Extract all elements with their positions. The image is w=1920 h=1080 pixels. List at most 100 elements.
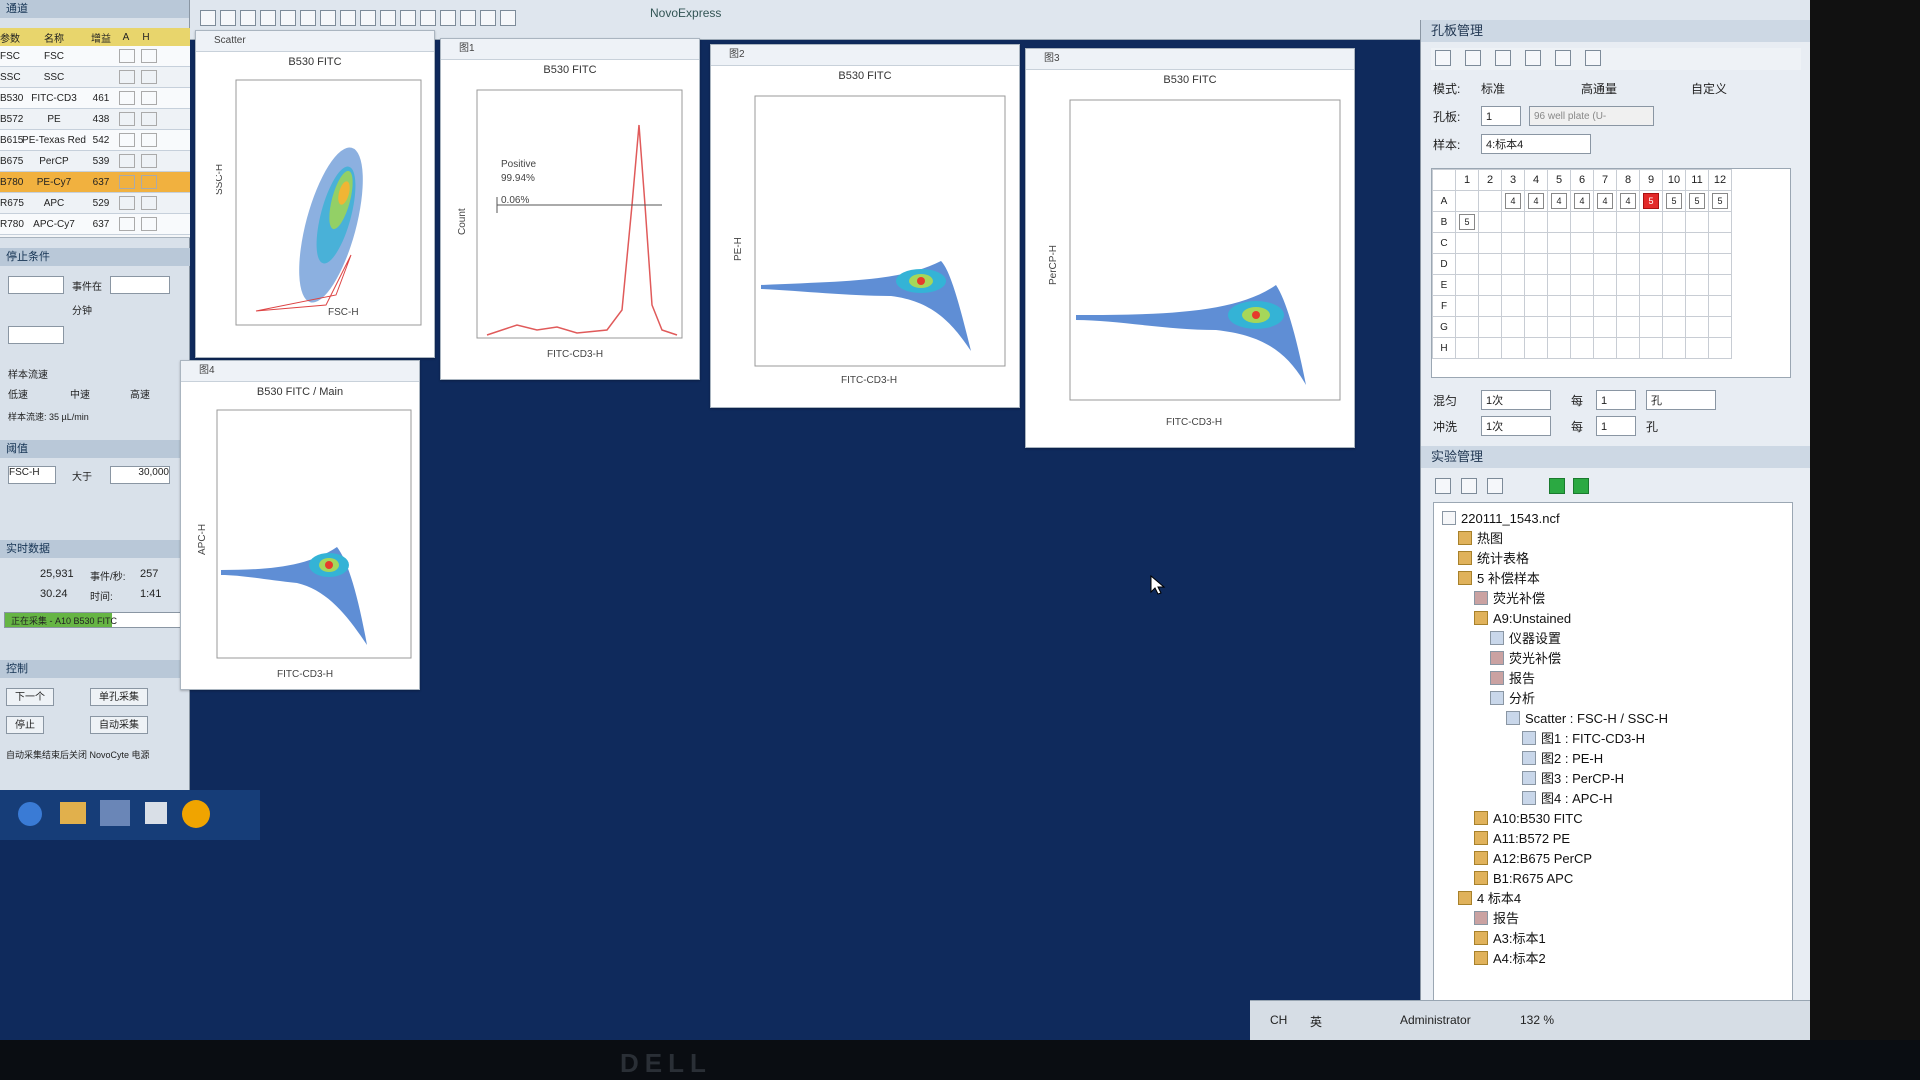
well[interactable] <box>1593 211 1617 233</box>
layout-icon[interactable] <box>460 10 476 26</box>
tree-item[interactable]: 5 补偿样本 <box>1442 569 1792 589</box>
well[interactable] <box>1570 316 1594 338</box>
well[interactable] <box>1501 253 1525 275</box>
well-sample[interactable]: 4 <box>1597 193 1613 209</box>
checkbox[interactable] <box>141 133 157 147</box>
tree-item[interactable]: A4:标本2 <box>1442 949 1792 969</box>
tree-item[interactable]: 报告 <box>1442 909 1792 929</box>
mix-every-stepper[interactable]: 1 <box>1596 390 1636 410</box>
single-acquire-button[interactable]: 单孔采集 <box>90 688 148 706</box>
well[interactable] <box>1639 253 1663 275</box>
tree-item[interactable]: 图2 : PE-H <box>1442 749 1792 769</box>
tree-item[interactable]: 220111_1543.ncf <box>1442 509 1792 529</box>
well[interactable] <box>1639 274 1663 296</box>
well[interactable] <box>1570 337 1594 359</box>
plate-copy-icon[interactable] <box>1525 50 1541 66</box>
tree-item[interactable]: A12:B675 PerCP <box>1442 849 1792 869</box>
well[interactable] <box>1570 232 1594 254</box>
plate-view-icon[interactable] <box>1435 50 1451 66</box>
well-sample[interactable]: 5 <box>1643 193 1659 209</box>
checkbox[interactable] <box>119 70 135 84</box>
well-table[interactable]: 1 2 3 4 5 6 7 8 9 10 11 12 A 4 4 4 4 4 4 5 5 5 5 B 5 C D E F G H <box>1432 169 1732 359</box>
well[interactable] <box>1547 232 1571 254</box>
param-row[interactable]: B675 PerCP 539 <box>0 151 190 172</box>
checkbox[interactable] <box>141 91 157 105</box>
checkbox[interactable] <box>141 112 157 126</box>
tree-item[interactable]: 4 标本4 <box>1442 889 1792 909</box>
well[interactable] <box>1708 232 1732 254</box>
checkbox[interactable] <box>141 175 157 189</box>
tree-item[interactable]: A11:B572 PE <box>1442 829 1792 849</box>
well[interactable] <box>1593 316 1617 338</box>
well[interactable] <box>1685 337 1709 359</box>
polygon-gate-icon[interactable] <box>280 10 296 26</box>
checkbox[interactable] <box>119 175 135 189</box>
well[interactable] <box>1685 274 1709 296</box>
well[interactable] <box>1616 211 1640 233</box>
checkbox[interactable] <box>141 154 157 168</box>
well[interactable] <box>1570 253 1594 275</box>
remove-icon[interactable] <box>1573 478 1589 494</box>
well[interactable] <box>1662 211 1686 233</box>
plot1-window[interactable]: 图1 B530 FITC Positive 99.94% 0.06% FITC-… <box>440 38 700 380</box>
checkbox[interactable] <box>119 154 135 168</box>
well[interactable] <box>1501 211 1525 233</box>
events-gate-select[interactable] <box>110 276 170 294</box>
tree-item[interactable]: 分析 <box>1442 689 1792 709</box>
scatter-window[interactable]: Scatter B530 FITC FSC-H SSC-H <box>195 30 435 358</box>
well[interactable] <box>1708 211 1732 233</box>
tree-item[interactable]: 荧光补偿 <box>1442 649 1792 669</box>
well[interactable] <box>1478 316 1502 338</box>
well[interactable]: 4 <box>1547 190 1571 212</box>
checkbox[interactable] <box>119 133 135 147</box>
well[interactable] <box>1455 190 1479 212</box>
well[interactable]: 4 <box>1616 190 1640 212</box>
well[interactable] <box>1593 253 1617 275</box>
exp-copy-icon[interactable] <box>1461 478 1477 494</box>
well[interactable] <box>1455 337 1479 359</box>
wash-select[interactable]: 1次 <box>1481 416 1551 436</box>
explorer-icon[interactable] <box>60 802 86 824</box>
well[interactable] <box>1570 211 1594 233</box>
notepad-icon[interactable] <box>145 802 167 824</box>
apc-scatter-plot[interactable]: FITC-CD3-H APC-H <box>197 405 417 685</box>
well[interactable]: 4 <box>1570 190 1594 212</box>
well[interactable] <box>1593 274 1617 296</box>
tree-item[interactable]: B1:R675 APC <box>1442 869 1792 889</box>
exp-paste-icon[interactable] <box>1487 478 1503 494</box>
tree-item[interactable]: A9:Unstained <box>1442 609 1792 629</box>
well[interactable] <box>1708 253 1732 275</box>
plate-number-select[interactable]: 1 <box>1481 106 1521 126</box>
param-row[interactable]: B572 PE 438 <box>0 109 190 130</box>
select-tool-icon[interactable] <box>200 10 216 26</box>
well[interactable] <box>1616 253 1640 275</box>
well[interactable] <box>1662 274 1686 296</box>
checkbox[interactable] <box>141 217 157 231</box>
plate-add-icon[interactable] <box>1465 50 1481 66</box>
chrome-icon[interactable] <box>182 800 210 828</box>
checkbox[interactable] <box>119 91 135 105</box>
arrow-right-icon[interactable] <box>500 10 516 26</box>
checkbox[interactable] <box>141 49 157 63</box>
tree-item[interactable]: 报告 <box>1442 669 1792 689</box>
well[interactable] <box>1662 253 1686 275</box>
checkbox[interactable] <box>141 70 157 84</box>
well[interactable] <box>1501 316 1525 338</box>
refresh-icon[interactable] <box>400 10 416 26</box>
novoexpress-icon[interactable] <box>100 800 130 826</box>
well[interactable] <box>1685 253 1709 275</box>
well[interactable] <box>1524 253 1548 275</box>
checkbox[interactable] <box>119 217 135 231</box>
well[interactable] <box>1547 253 1571 275</box>
sigma-icon[interactable] <box>440 10 456 26</box>
well[interactable]: 5 <box>1455 211 1479 233</box>
param-row[interactable]: SSC SSC <box>0 67 190 88</box>
well[interactable] <box>1616 274 1640 296</box>
well[interactable] <box>1708 316 1732 338</box>
well[interactable] <box>1547 211 1571 233</box>
well[interactable] <box>1478 274 1502 296</box>
well[interactable]: 4 <box>1593 190 1617 212</box>
plate-type-select[interactable]: 96 well plate (U- <box>1529 106 1654 126</box>
well[interactable]: 5 <box>1685 190 1709 212</box>
well-plate-grid[interactable]: 1 2 3 4 5 6 7 8 9 10 11 12 A 4 4 4 4 4 4 5 5 5 5 B 5 C D E F G H <box>1431 168 1791 378</box>
